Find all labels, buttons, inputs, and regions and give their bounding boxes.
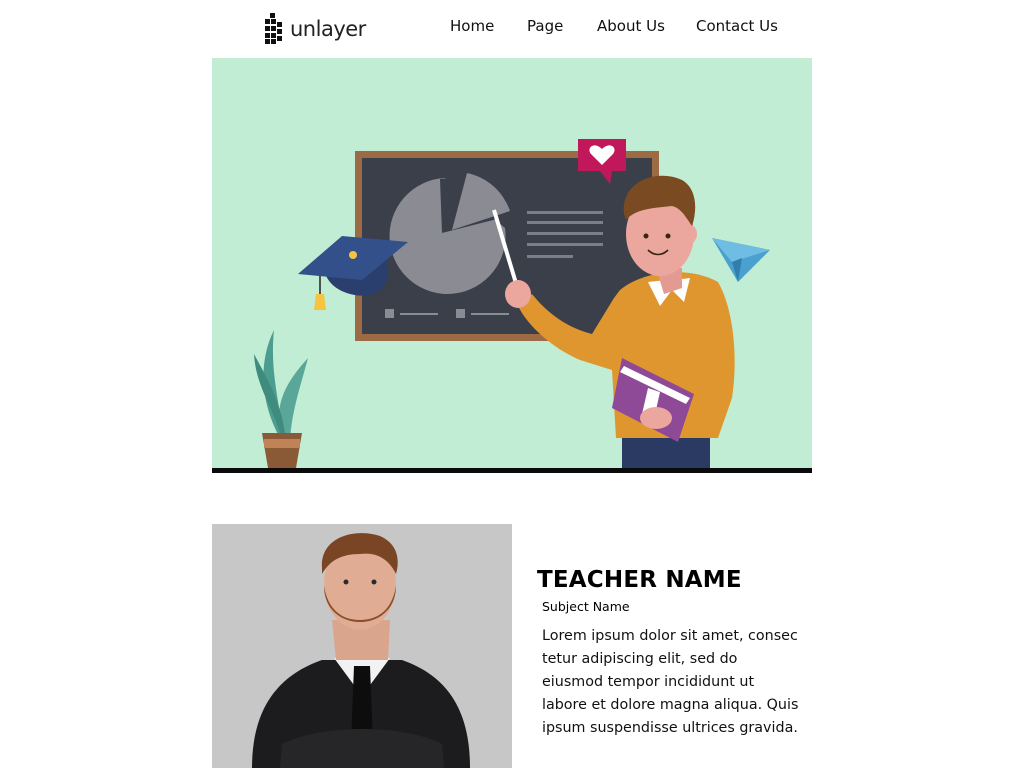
teacher-bio: Lorem ipsum dolor sit amet, consec tetur… <box>542 628 799 736</box>
hero-banner <box>212 58 812 473</box>
nav-about-us[interactable]: About Us <box>597 17 665 35</box>
brand-logo[interactable]: unlayer <box>265 13 366 44</box>
nav-page[interactable]: Page <box>527 17 563 35</box>
teacher-name: TEACHER NAME <box>537 567 742 593</box>
paper-plane <box>712 238 770 282</box>
hero-floor-line <box>212 468 812 473</box>
teacher-illustration <box>254 139 770 473</box>
logo-mark-icon <box>265 13 286 44</box>
teacher-portrait-icon <box>212 524 512 768</box>
site-header: unlayer Home Page About Us Contact Us <box>212 0 812 58</box>
brand-name: unlayer <box>290 16 366 41</box>
potted-plant <box>254 330 308 468</box>
subject-name: Subject Name <box>542 599 630 614</box>
nav-home[interactable]: Home <box>450 17 494 35</box>
teacher-photo <box>212 524 512 768</box>
nav-contact-us[interactable]: Contact Us <box>696 17 778 35</box>
